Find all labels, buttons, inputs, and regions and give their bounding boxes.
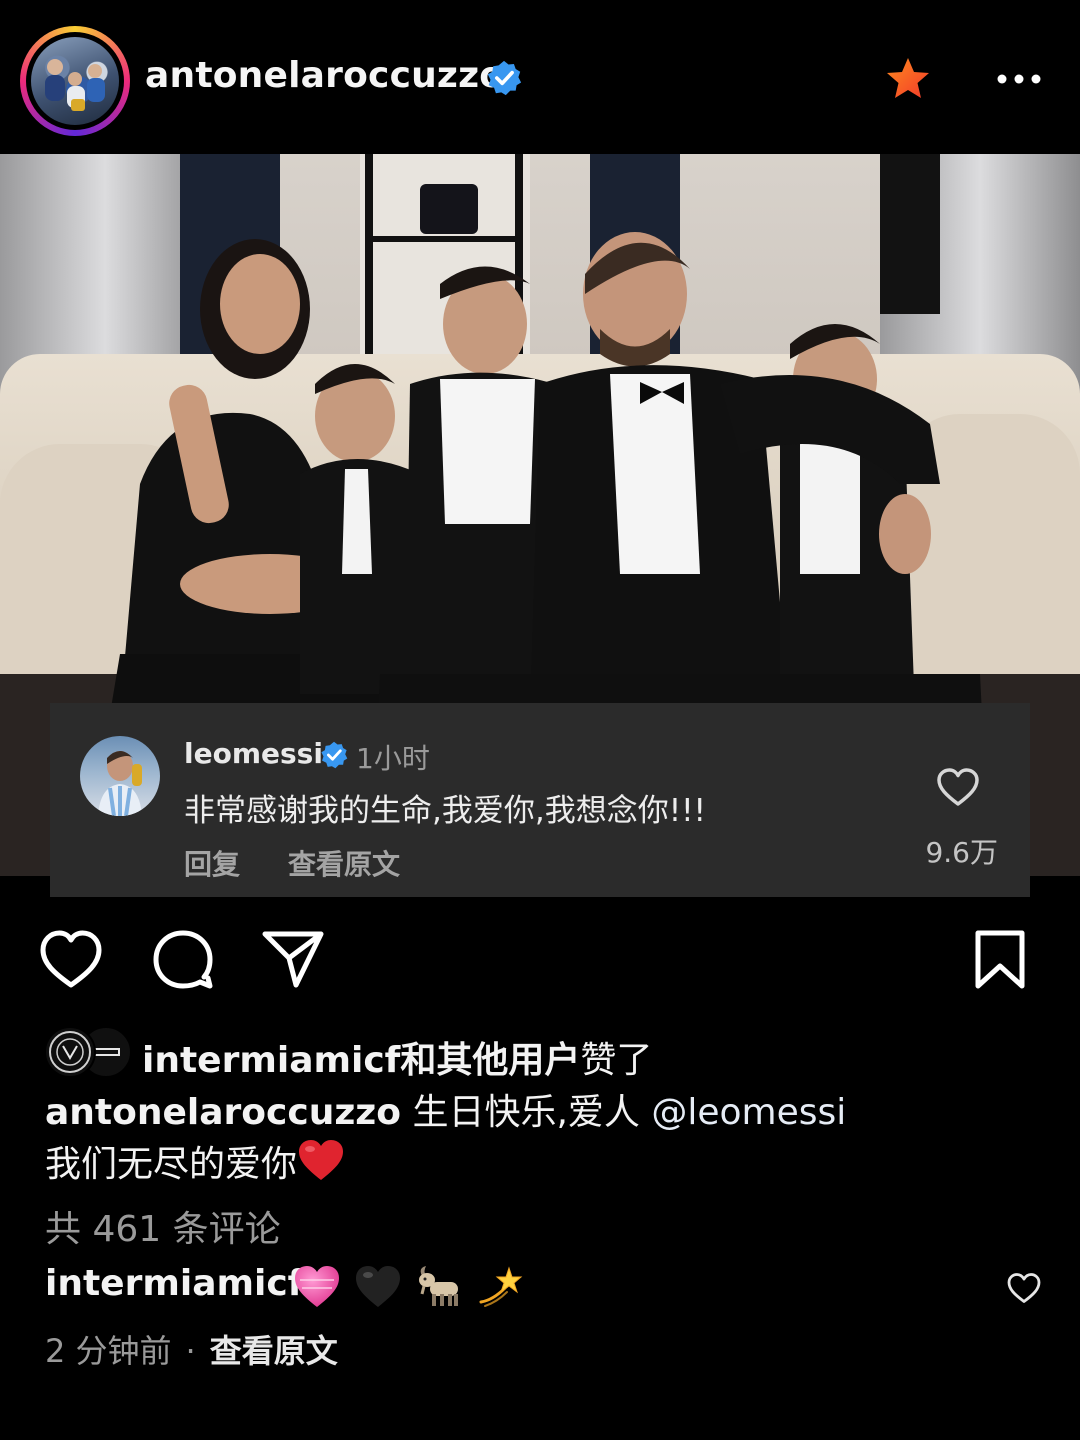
verified-badge-icon	[321, 741, 348, 769]
caption-line-two: 我们无尽的爱你	[45, 1144, 298, 1185]
header-username[interactable]: antonelaroccuzzo	[145, 55, 504, 96]
liked-suffix: 赞了	[580, 1040, 653, 1081]
black-heart-emoji-icon	[356, 1266, 401, 1307]
liked-by-line[interactable]: intermiamicf和其他用户赞了	[142, 1031, 652, 1083]
comment-username[interactable]: intermiamicf	[45, 1263, 303, 1304]
goat-emoji-icon	[419, 1266, 459, 1306]
profile-avatar[interactable]	[20, 26, 130, 136]
view-all-comments-link[interactable]: 共 461 条评论	[45, 1200, 281, 1252]
comment-icon[interactable]	[150, 928, 216, 990]
comment-emoji-row	[292, 1262, 531, 1314]
comment-like-heart-icon[interactable]	[936, 767, 980, 807]
post-header: antonelaroccuzzo	[0, 0, 1080, 154]
comment-time: 2 分钟前	[45, 1332, 172, 1370]
comment-like-heart-icon[interactable]	[1006, 1272, 1042, 1304]
post-caption: antonelaroccuzzo 生日快乐,爱人 @leomessi 我们无尽的…	[45, 1088, 1045, 1190]
commenter-username[interactable]: leomessi	[184, 737, 323, 770]
star-icon[interactable]	[885, 56, 931, 102]
featured-comment-card[interactable]: leomessi 1小时 非常感谢我的生命,我爱你,我想念你!!! 回复 查看原…	[50, 703, 1030, 897]
verified-badge-icon	[487, 60, 522, 96]
liker-avatar[interactable]	[44, 1026, 96, 1078]
caption-text: 生日快乐,爱人	[412, 1092, 640, 1133]
red-heart-emoji-icon	[299, 1140, 344, 1180]
view-original-button[interactable]: 查看原文	[288, 843, 400, 883]
comment-meta: 2 分钟前 · 查看原文	[45, 1326, 338, 1372]
separator-dot: ·	[185, 1332, 196, 1370]
heart-icon[interactable]	[38, 928, 104, 990]
more-options-icon[interactable]	[996, 62, 1042, 96]
others-label[interactable]: 和其他用户	[400, 1040, 580, 1081]
comment-like-count: 9.6万	[925, 836, 998, 869]
caption-mention-link[interactable]: @leomessi	[651, 1092, 846, 1133]
avatar-photo	[31, 37, 119, 125]
dizzy-emoji-icon	[479, 1266, 523, 1307]
liker-username[interactable]: intermiamicf	[142, 1040, 400, 1081]
comment-text: 非常感谢我的生命,我爱你,我想念你!!!	[184, 793, 706, 829]
bookmark-icon[interactable]	[968, 928, 1032, 992]
reply-button[interactable]: 回复	[184, 843, 240, 883]
send-icon[interactable]	[260, 928, 326, 990]
commenter-avatar[interactable]	[80, 736, 160, 816]
view-original-button[interactable]: 查看原文	[210, 1332, 338, 1370]
pink-heart-emoji-icon	[295, 1266, 339, 1307]
caption-username[interactable]: antonelaroccuzzo	[45, 1092, 401, 1133]
comment-timestamp: 1小时	[356, 742, 430, 775]
